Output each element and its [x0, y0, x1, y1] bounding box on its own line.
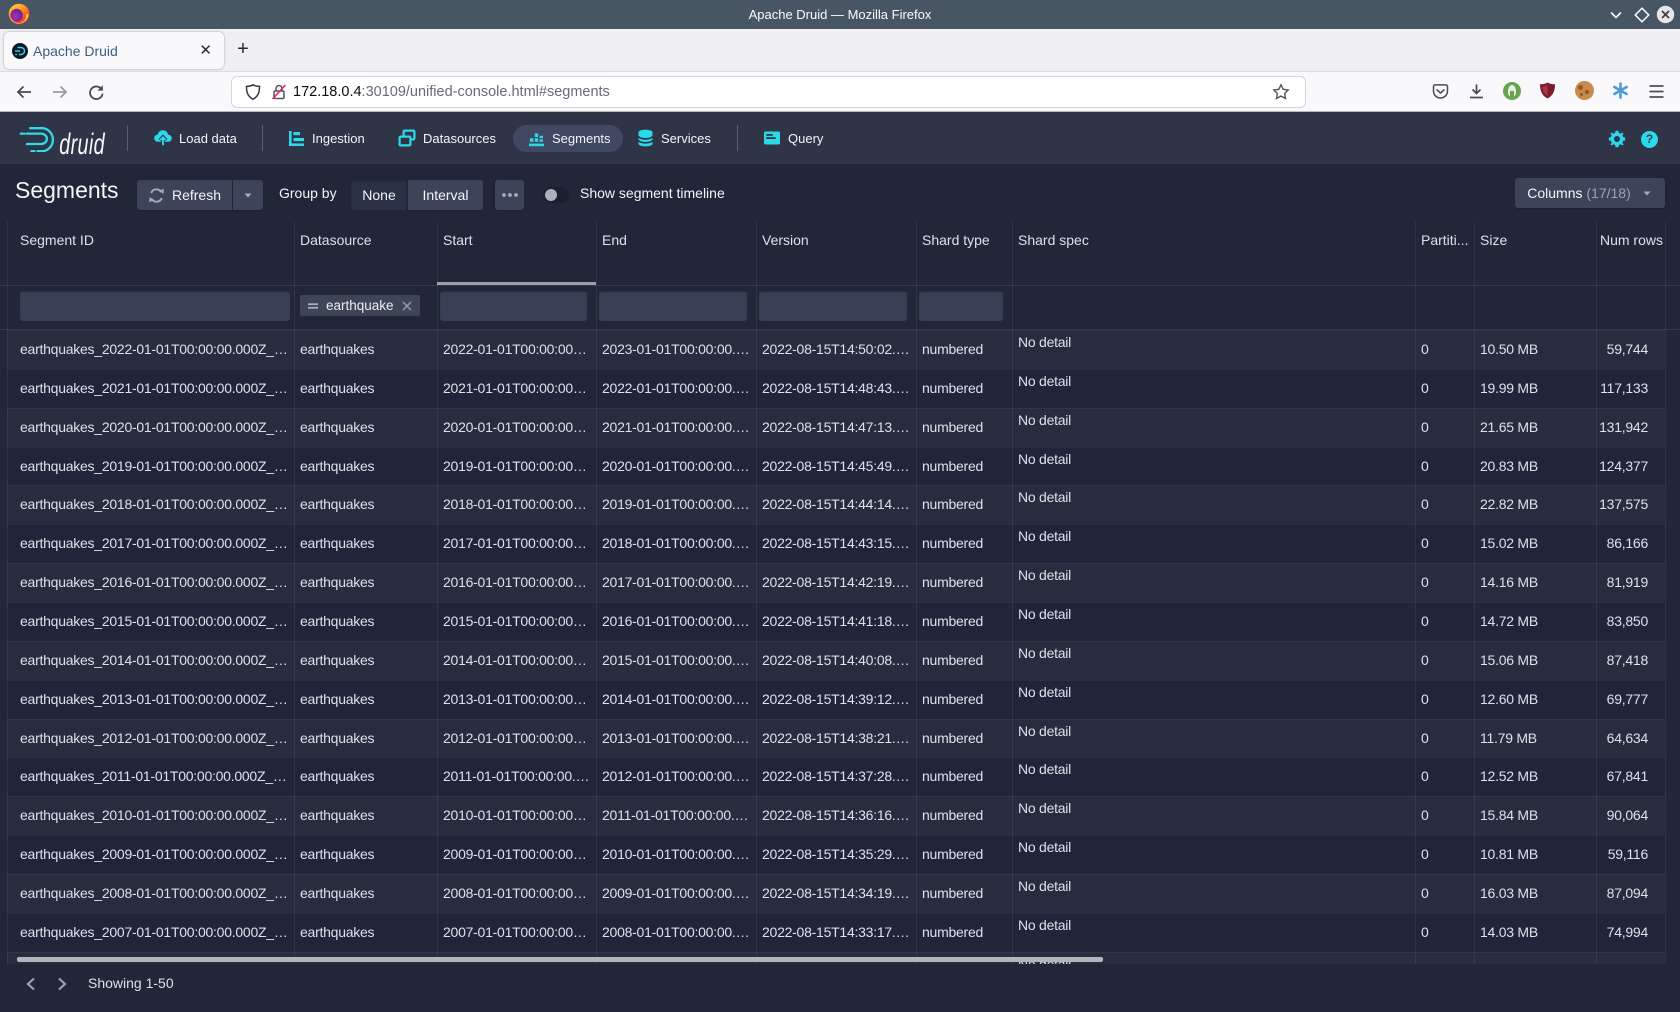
svg-text:druid: druid	[59, 128, 105, 158]
